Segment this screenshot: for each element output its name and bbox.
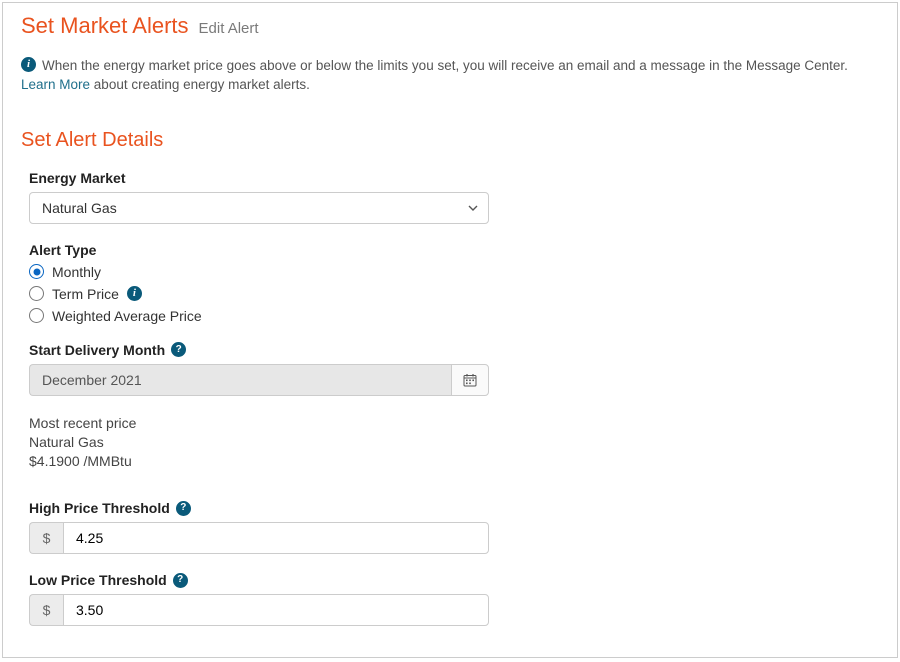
info-block: i When the energy market price goes abov… [21,57,879,95]
radio-label: Weighted Average Price [52,308,202,324]
calendar-button[interactable] [451,364,489,396]
help-icon[interactable]: ? [171,342,186,357]
alert-settings-panel: Set Market Alerts Edit Alert i When the … [2,2,898,658]
recent-price-label: Most recent price [29,414,489,433]
low-threshold-label: Low Price Threshold ? [29,572,489,588]
info-text: When the energy market price goes above … [42,57,848,76]
info-icon[interactable]: i [127,286,142,301]
currency-prefix: $ [29,594,63,626]
alert-type-monthly[interactable]: Monthly [29,264,489,280]
energy-market-label: Energy Market [29,170,489,186]
energy-market-value: Natural Gas [42,200,117,216]
high-threshold-label: High Price Threshold ? [29,500,489,516]
start-delivery-input: December 2021 [29,364,489,396]
energy-market-select[interactable]: Natural Gas [29,192,489,224]
radio-icon [29,264,44,279]
start-delivery-label: Start Delivery Month ? [29,342,489,358]
alert-type-weighted-average[interactable]: Weighted Average Price [29,308,489,324]
low-threshold-input[interactable] [63,594,489,626]
recent-price-commodity: Natural Gas [29,433,489,452]
calendar-icon [463,373,477,387]
alert-type-label: Alert Type [29,242,489,258]
radio-label: Monthly [52,264,101,280]
alert-form: Energy Market Natural Gas Alert Type Mon… [21,170,489,627]
radio-icon [29,308,44,323]
high-threshold-input-group: $ [29,522,489,554]
low-threshold-input-group: $ [29,594,489,626]
high-threshold-input[interactable] [63,522,489,554]
chevron-down-icon [468,203,478,213]
learn-more-suffix: about creating energy market alerts. [90,77,310,92]
page-title: Set Market Alerts [21,13,189,39]
page-subtitle: Edit Alert [199,20,259,37]
help-icon[interactable]: ? [173,573,188,588]
section-title: Set Alert Details [21,129,879,152]
start-delivery-value[interactable]: December 2021 [29,364,451,396]
recent-price-value: $4.1900 /MMBtu [29,452,489,471]
learn-more-link[interactable]: Learn More [21,77,90,92]
page-title-row: Set Market Alerts Edit Alert [21,13,879,39]
recent-price-block: Most recent price Natural Gas $4.1900 /M… [29,414,489,471]
radio-label: Term Price [52,286,119,302]
radio-icon [29,286,44,301]
info-icon: i [21,57,36,72]
alert-type-group: Monthly Term Price i Weighted Average Pr… [29,264,489,324]
alert-type-term-price[interactable]: Term Price i [29,286,489,302]
help-icon[interactable]: ? [176,501,191,516]
currency-prefix: $ [29,522,63,554]
